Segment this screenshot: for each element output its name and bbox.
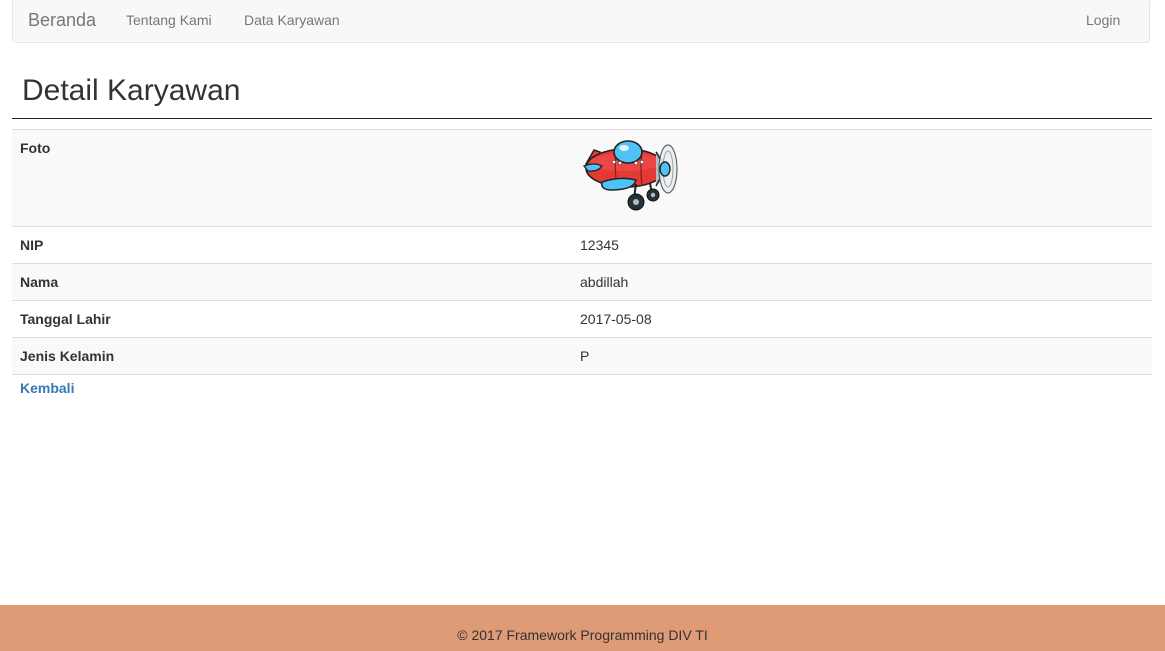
row-label: Tanggal Lahir [12, 300, 572, 338]
row-value: P [572, 337, 1152, 375]
table-row-jenis-kelamin: Jenis Kelamin P [12, 337, 1152, 375]
row-value: 12345 [572, 226, 1152, 264]
footer-text: © 2017 Framework Programming DIV TI [457, 627, 708, 643]
row-value: abdillah [572, 263, 1152, 301]
nav-link-data-karyawan[interactable]: Data Karyawan [244, 12, 340, 28]
photo-cell [572, 129, 1152, 227]
navbar: Beranda Tentang Kami Data Karyawan Login [12, 0, 1150, 43]
brand-link[interactable]: Beranda [28, 10, 96, 31]
table-row-nama: Nama abdillah [12, 263, 1152, 301]
row-value: 2017-05-08 [572, 300, 1152, 338]
employee-detail-table: Foto NIP 12345 Nama abdillah Tanggal Lah… [12, 129, 1152, 375]
login-link[interactable]: Login [1086, 12, 1120, 28]
row-label: Nama [12, 263, 572, 301]
row-label: Foto [12, 129, 572, 227]
page-title: Detail Karyawan [22, 74, 241, 107]
footer: © 2017 Framework Programming DIV TI [0, 605, 1165, 651]
title-divider [12, 118, 1152, 119]
back-link[interactable]: Kembali [20, 380, 74, 396]
table-row-nip: NIP 12345 [12, 226, 1152, 264]
airplane-cartoon-icon [582, 140, 678, 211]
table-row-foto: Foto [12, 129, 1152, 227]
nav-link-tentang-kami[interactable]: Tentang Kami [126, 12, 212, 28]
row-label: NIP [12, 226, 572, 264]
row-label: Jenis Kelamin [12, 337, 572, 375]
table-row-tanggal-lahir: Tanggal Lahir 2017-05-08 [12, 300, 1152, 338]
